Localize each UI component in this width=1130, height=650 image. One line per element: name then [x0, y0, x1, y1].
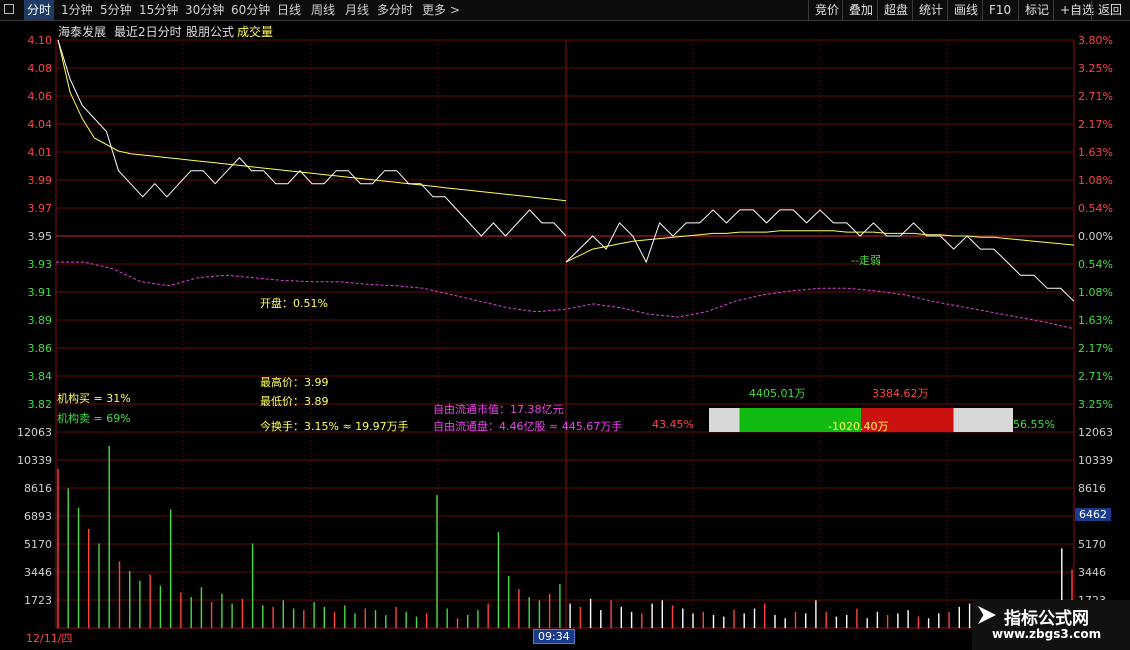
price-tick-label: 4.01: [28, 146, 53, 159]
percent-tick-label: 3.25%: [1078, 62, 1113, 75]
price-line-day2: [565, 209, 1075, 302]
price-tick-label: 4.08: [28, 62, 53, 75]
percent-tick-label: 1.63%: [1078, 314, 1113, 327]
inst-sell-label: 机构卖 = 69%: [57, 412, 131, 425]
high-price-label: 最高价：3.99: [260, 376, 329, 389]
price-tick-label: 3.93: [28, 258, 53, 271]
volume-tick-label: 6893: [24, 510, 52, 523]
price-tick-label: 3.99: [28, 174, 53, 187]
price-tick-label: 3.91: [28, 286, 53, 299]
reference-line: [56, 261, 1075, 330]
percent-tick-label: 0.00%: [1078, 230, 1113, 243]
trend-label: --走弱: [851, 254, 881, 267]
volume-highlight-label: 6462: [1075, 508, 1111, 521]
chart-frame: [55, 39, 1075, 629]
watermark-title: 指标公式网: [1004, 609, 1089, 629]
price-tick-label: 3.95: [28, 230, 53, 243]
price-tick-label: 3.97: [28, 202, 53, 215]
intraday-chart[interactable]: 4.10 4.08 4.06 4.04 4.01 3.99 3.97 3.95 3.93 3.91…: [0, 0, 1130, 650]
percent-tick-label: 1.08%: [1078, 286, 1113, 299]
float-shares-label: 自由流通盘：4.46亿股 ≈ 445.67万手: [433, 420, 623, 433]
percent-tick-label: 2.71%: [1078, 370, 1113, 383]
open-label: 开盘：0.51%: [260, 297, 328, 310]
percent-tick-label: 2.17%: [1078, 118, 1113, 131]
pct-left-label: 43.45%: [652, 418, 694, 431]
low-price-label: 最低价：3.89: [260, 395, 329, 408]
sell-amount-label: 3384.62万: [872, 387, 929, 400]
percent-tick-label: 0.54%: [1078, 258, 1113, 271]
percent-tick-label: 3.25%: [1078, 398, 1113, 411]
volume-tick-label: 8616: [24, 482, 52, 495]
price-tick-label: 4.04: [28, 118, 53, 131]
volume-tick-label-right: 3446: [1078, 566, 1106, 579]
price-tick-label: 4.10: [28, 34, 53, 47]
buy-amount-label: 4405.01万: [749, 387, 806, 400]
net-amount-label: -1020.40万: [828, 420, 889, 433]
volume-tick-label: 10339: [17, 454, 52, 467]
percent-tick-label: 2.17%: [1078, 342, 1113, 355]
price-lines: [56, 39, 1075, 330]
price-tick-label: 3.84: [28, 370, 53, 383]
volume-tick-label-right: 8616: [1078, 482, 1106, 495]
percent-tick-label: 3.80%: [1078, 34, 1113, 47]
percent-tick-label: 2.71%: [1078, 90, 1113, 103]
price-tick-label: 3.82: [28, 398, 53, 411]
float-mcap-label: 自由流通市值：17.38亿元: [433, 403, 564, 416]
percent-tick-label: 0.54%: [1078, 202, 1113, 215]
percent-tick-label: 1.63%: [1078, 146, 1113, 159]
volume-tick-label: 3446: [24, 566, 52, 579]
avg-line-day1: [57, 39, 567, 202]
volume-tick-label: 1723: [24, 594, 52, 607]
date-label: 12/11/四: [26, 632, 73, 645]
percent-tick-label: 1.08%: [1078, 174, 1113, 187]
grid-lines: [56, 39, 1074, 628]
crosshair-time-label: 09:34: [533, 629, 575, 644]
inst-buy-label: 机构买 = 31%: [57, 392, 131, 405]
plot-border: [55, 39, 1075, 629]
volume-bars: [57, 446, 1073, 628]
volume-tick-label-right: 5170: [1078, 538, 1106, 551]
price-tick-label: 3.89: [28, 314, 53, 327]
pct-right-label: 56.55%: [1013, 418, 1055, 431]
volume-tick-label: 5170: [24, 538, 52, 551]
percent-axis-right: 3.80% 3.25% 2.71% 2.17% 1.63% 1.08% 0.54% 0.00%…: [1078, 34, 1113, 411]
volume-tick-label-right: 12063: [1078, 426, 1113, 439]
price-tick-label: 3.86: [28, 342, 53, 355]
turnover-label: 今换手：3.15% ≈ 19.97万手: [260, 420, 409, 433]
watermark-url: www.zbgs3.com: [992, 627, 1102, 641]
price-axis-left: 4.10 4.08 4.06 4.04 4.01 3.99 3.97 3.95 3.93 3.91…: [28, 34, 53, 411]
price-tick-label: 4.06: [28, 90, 53, 103]
volume-tick-label-right: 10339: [1078, 454, 1113, 467]
price-line-day1: [57, 39, 567, 237]
volume-tick-label: 12063: [17, 426, 52, 439]
